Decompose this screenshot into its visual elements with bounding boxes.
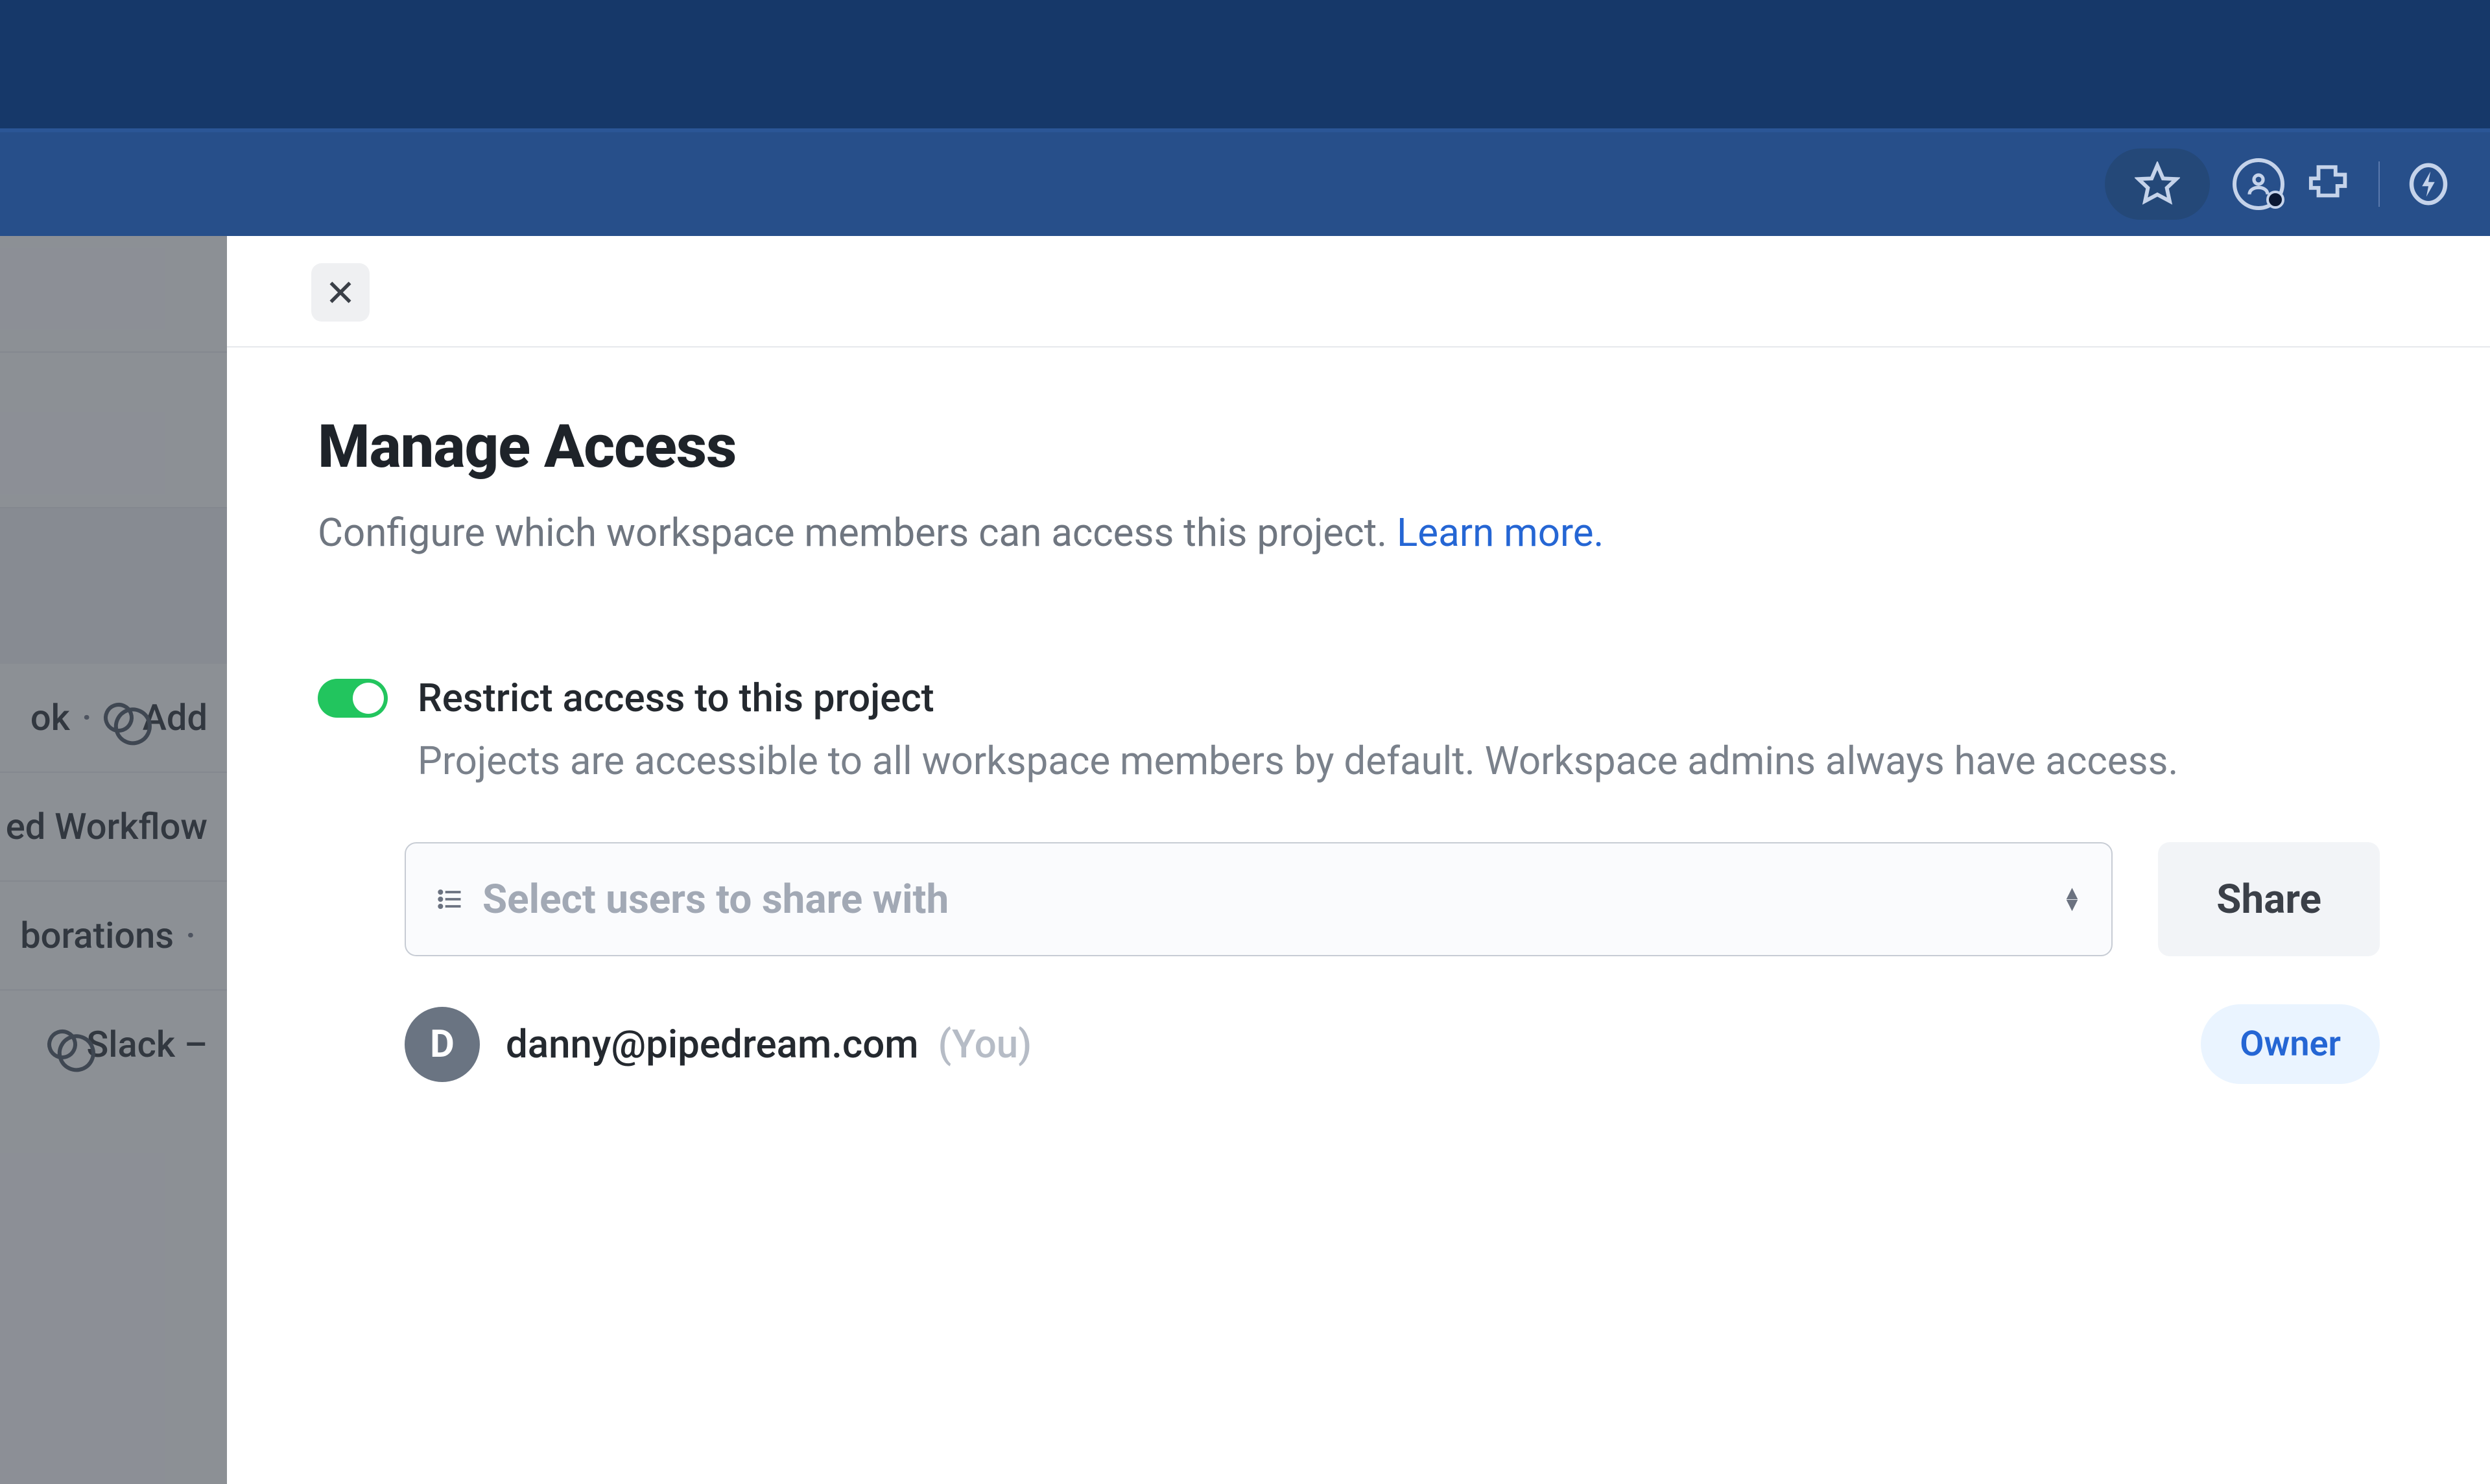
avatar: D [405, 1007, 480, 1082]
profile-badge-icon[interactable] [2223, 148, 2294, 220]
restrict-access-toggle[interactable] [318, 679, 388, 718]
avatar-initial: D [430, 1022, 455, 1066]
user-select-dropdown[interactable]: Select users to share with ▲▼ [405, 842, 2113, 956]
toggle-thumb [353, 683, 384, 714]
restrict-access-label: Restrict access to this project [418, 675, 2178, 721]
list-icon [436, 885, 464, 913]
browser-toolbar [0, 128, 2490, 236]
learn-more-link[interactable]: Learn more. [1397, 510, 1604, 556]
chevron-updown-icon: ▲▼ [2063, 888, 2082, 911]
modal-title: Manage Access [318, 412, 2380, 482]
pipedream-bolt-icon[interactable] [2393, 148, 2464, 220]
subtitle-text: Configure which workspace members can ac… [318, 510, 1397, 556]
star-icon[interactable] [2122, 148, 2193, 220]
share-button[interactable]: Share [2158, 842, 2380, 956]
role-label: Owner [2240, 1024, 2341, 1065]
toolbar-divider [2378, 161, 2380, 207]
restrict-access-section: Restrict access to this project Projects… [318, 675, 2380, 784]
role-badge: Owner [2201, 1004, 2380, 1084]
extensions-icon[interactable] [2294, 148, 2366, 220]
modal-header-row [227, 236, 2490, 346]
select-placeholder: Select users to share with [482, 876, 949, 923]
manage-access-modal: Manage Access Configure which workspace … [227, 236, 2490, 1484]
close-icon [324, 276, 357, 309]
bookmark-pill [2105, 148, 2210, 220]
toggle-text-block: Restrict access to this project Projects… [418, 675, 2178, 784]
share-row: Select users to share with ▲▼ Share [405, 842, 2380, 956]
member-you-suffix: (You) [938, 1021, 1032, 1067]
modal-subtitle: Configure which workspace members can ac… [318, 508, 2380, 558]
close-button[interactable] [311, 263, 370, 322]
member-email: danny@pipedream.com [506, 1021, 919, 1067]
modal-body: Manage Access Configure which workspace … [227, 347, 2490, 1084]
share-button-label: Share [2216, 876, 2321, 923]
modal-backdrop [0, 236, 227, 1484]
restrict-access-description: Projects are accessible to all workspace… [418, 738, 2178, 784]
browser-tabstrip [0, 0, 2490, 128]
member-row: D danny@pipedream.com (You) Owner [405, 1004, 2380, 1084]
